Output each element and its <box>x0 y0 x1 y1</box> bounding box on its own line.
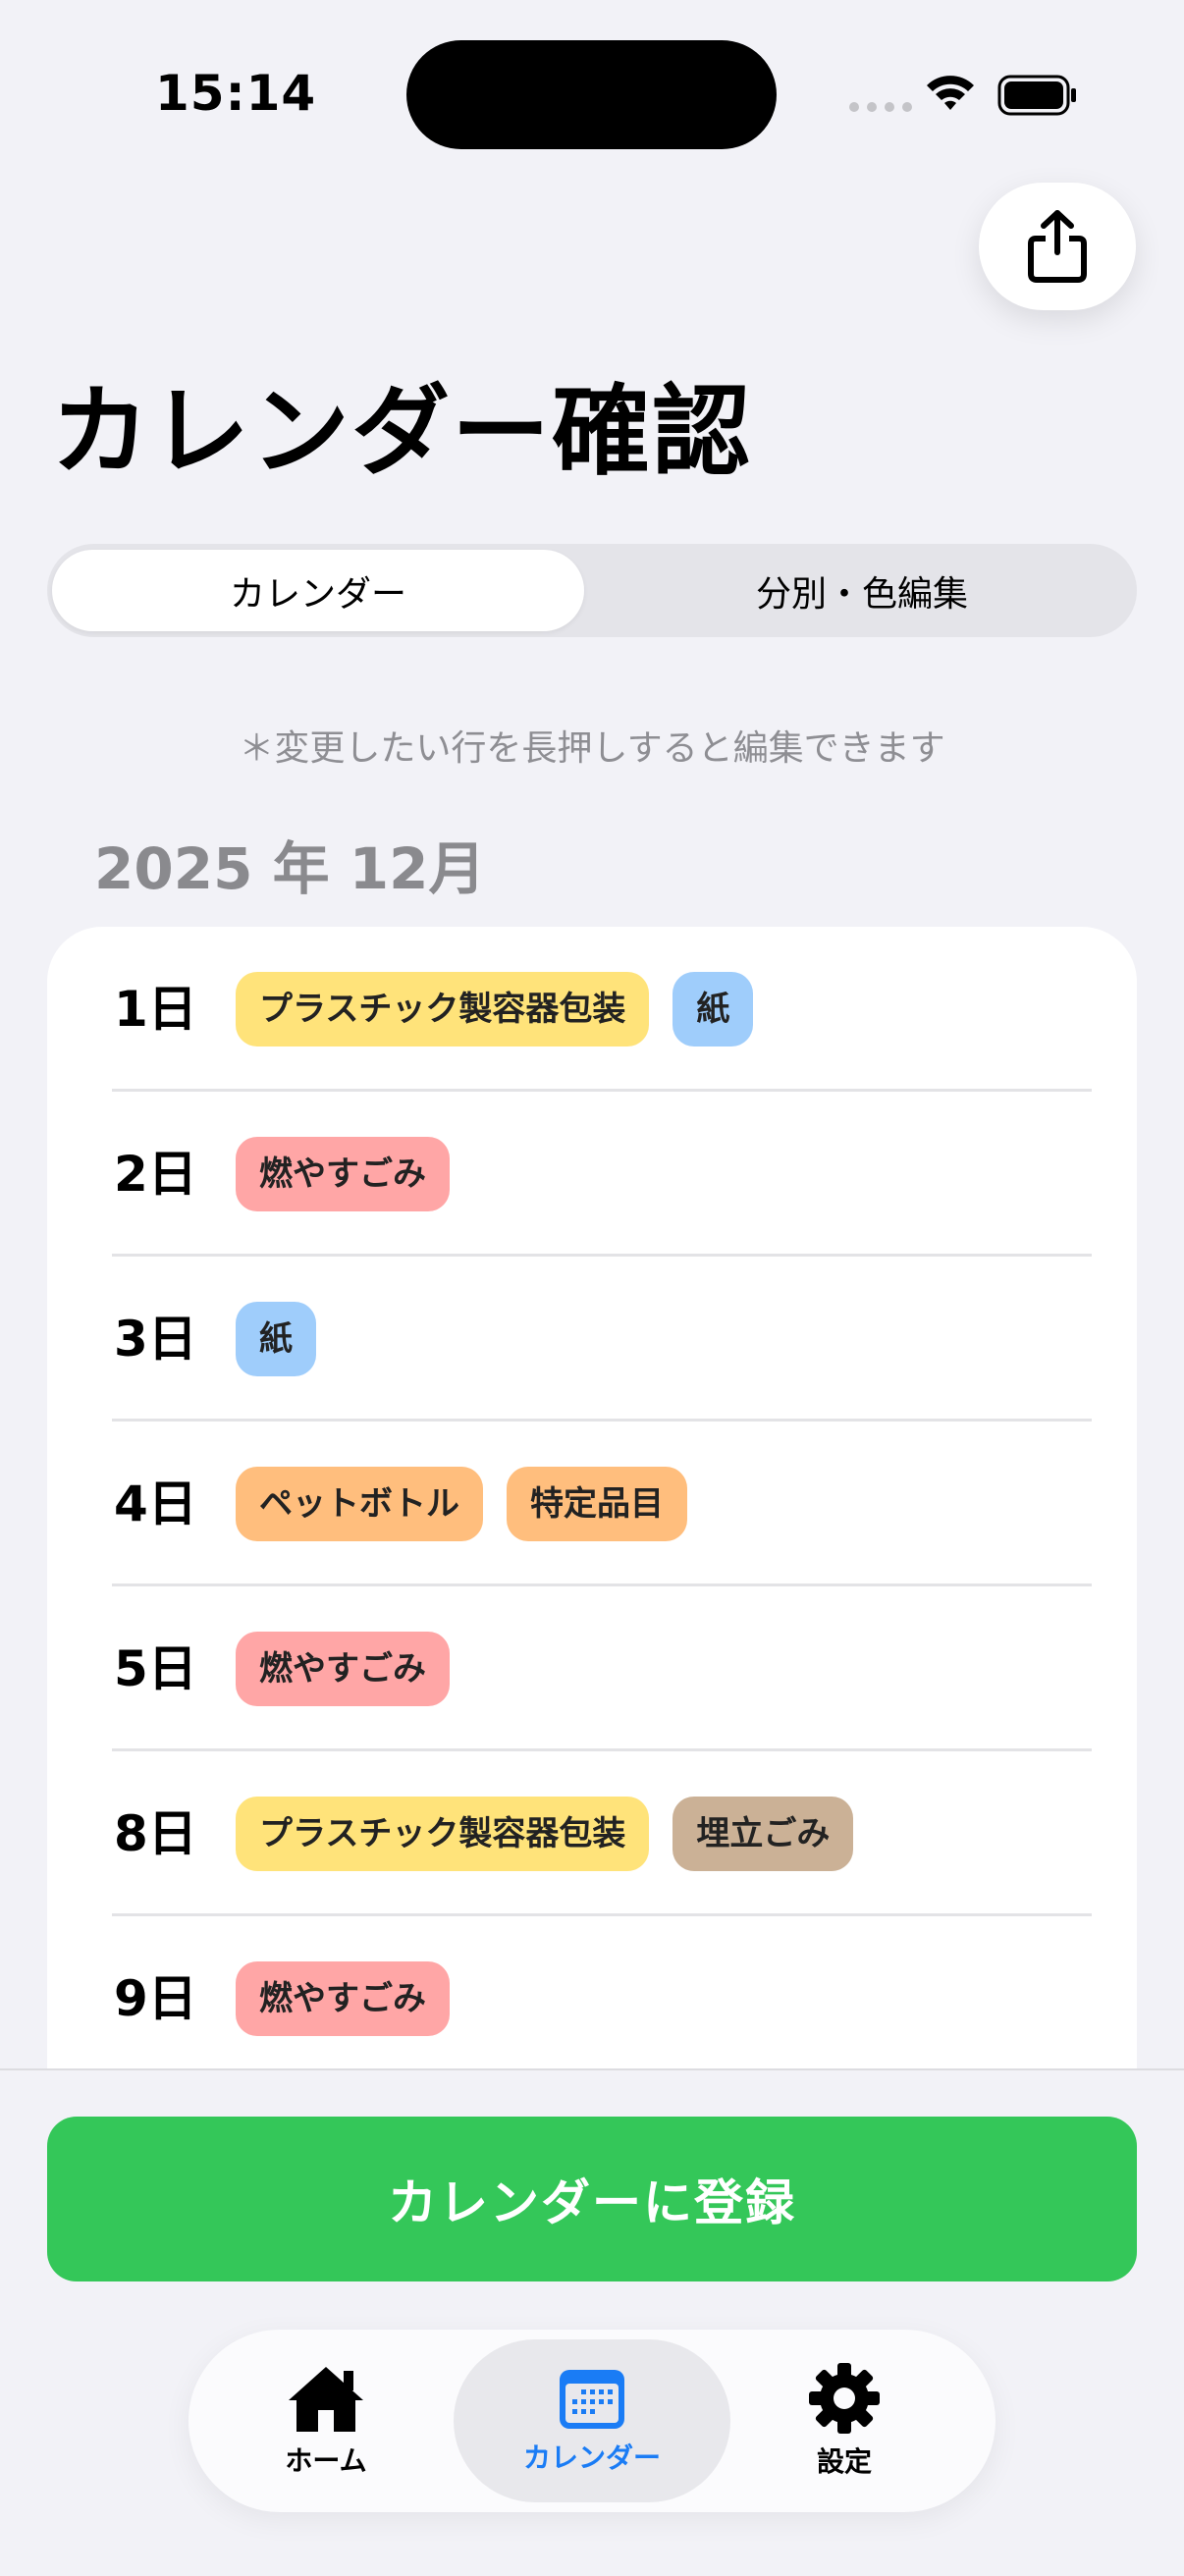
schedule-row[interactable]: 9日 燃やすごみ <box>47 1916 1137 2081</box>
calendar-icon <box>560 2370 624 2429</box>
schedule-row[interactable]: 3日 紙 <box>47 1257 1137 1422</box>
category-chip: プラスチック製容器包装 <box>236 972 650 1046</box>
tab-calendar[interactable]: カレンダー <box>454 2339 730 2502</box>
category-chip: 紙 <box>236 1302 316 1376</box>
schedule-row[interactable]: 2日 燃やすごみ <box>47 1092 1137 1257</box>
status-time: 15:14 <box>155 65 317 122</box>
day-label: 2日 <box>114 1146 197 1203</box>
day-label: 3日 <box>114 1311 197 1368</box>
category-chip: ペットボトル <box>236 1467 483 1541</box>
gear-icon <box>809 2363 880 2434</box>
register-calendar-button[interactable]: カレンダーに登録 <box>47 2117 1137 2281</box>
battery-icon <box>997 75 1076 116</box>
tab-bar: ホーム カレンダー 設定 <box>188 2330 996 2512</box>
page-title: カレンダー確認 <box>51 374 752 489</box>
cellular-signal-icon <box>849 102 912 112</box>
category-chip: 埋立ごみ <box>673 1797 854 1871</box>
category-chip: 燃やすごみ <box>236 1961 450 2036</box>
day-label: 1日 <box>114 981 197 1038</box>
house-icon <box>289 2367 363 2432</box>
category-chip: 燃やすごみ <box>236 1632 450 1706</box>
tab-label: カレンダー <box>522 2442 661 2474</box>
schedule-row[interactable]: 4日 ペットボトル 特定品目 <box>47 1422 1137 1586</box>
tab-home[interactable]: ホーム <box>247 2339 404 2502</box>
segment-sort-color-edit[interactable]: 分別・色編集 <box>592 550 1132 631</box>
share-icon <box>1028 210 1087 283</box>
schedule-row[interactable]: 1日 プラスチック製容器包装 紙 <box>47 927 1137 1092</box>
schedule-list: 1日 プラスチック製容器包装 紙 2日 燃やすごみ 3日 紙 4日 ペットボトル… <box>47 927 1137 2105</box>
long-press-hint: ＊変更したい行を長押しすると編集できます <box>239 728 945 769</box>
category-chip: プラスチック製容器包装 <box>236 1797 650 1871</box>
tab-label: 設定 <box>816 2445 872 2478</box>
dynamic-island <box>406 40 777 149</box>
tab-settings[interactable]: 設定 <box>766 2339 923 2502</box>
day-label: 8日 <box>114 1805 197 1862</box>
category-chip: 燃やすごみ <box>236 1137 450 1211</box>
day-label: 5日 <box>114 1640 197 1697</box>
wifi-icon <box>927 76 974 110</box>
share-button[interactable] <box>979 183 1136 310</box>
day-label: 4日 <box>114 1476 197 1532</box>
day-label: 9日 <box>114 1970 197 2027</box>
schedule-row[interactable]: 8日 プラスチック製容器包装 埋立ごみ <box>47 1751 1137 1916</box>
category-chip: 特定品目 <box>507 1467 687 1541</box>
segment-calendar[interactable]: カレンダー <box>52 550 584 631</box>
tab-label: ホーム <box>285 2444 367 2477</box>
schedule-row[interactable]: 5日 燃やすごみ <box>47 1586 1137 1751</box>
month-header: 2025 年 12月 <box>94 835 486 902</box>
category-chip: 紙 <box>673 972 754 1046</box>
segmented-control: カレンダー 分別・色編集 <box>47 544 1137 637</box>
